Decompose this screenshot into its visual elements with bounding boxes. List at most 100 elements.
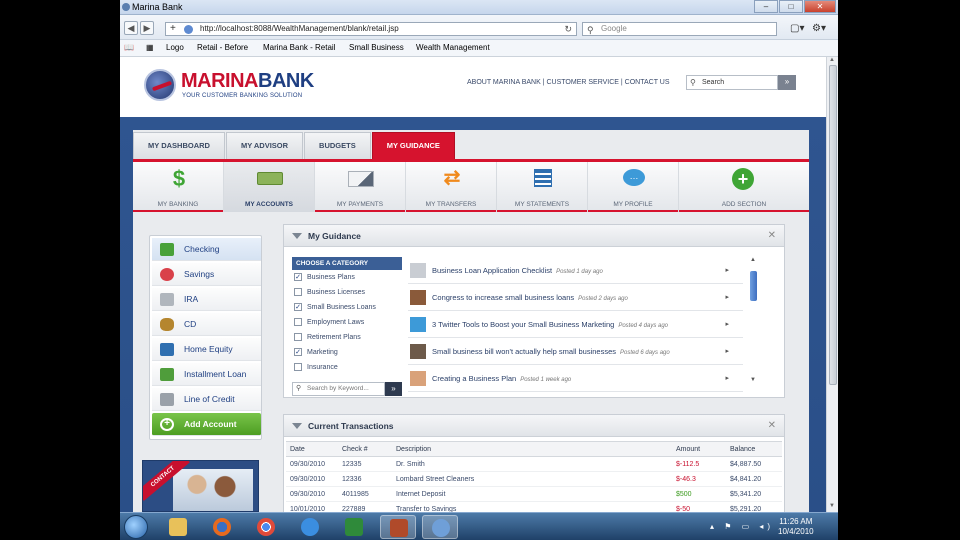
book-icon[interactable]: 📖 — [124, 43, 134, 52]
bookmark-retail-before[interactable]: Retail - Before — [197, 43, 248, 52]
sidebar-item-home-equity[interactable]: Home Equity — [152, 338, 261, 361]
checkbox[interactable] — [294, 288, 302, 296]
column-description[interactable]: Description — [392, 441, 672, 457]
article-item[interactable]: Small business bill won't actually help … — [408, 338, 743, 365]
category-business-licenses[interactable]: Business Licenses — [292, 285, 402, 300]
add-account-button[interactable]: + Add Account — [152, 413, 261, 436]
taskbar-excel[interactable] — [336, 515, 372, 539]
close-icon[interactable]: ✕ — [768, 225, 776, 247]
cell-amount: $-50 — [672, 501, 726, 512]
tab-my-guidance[interactable]: MY GUIDANCE — [371, 132, 455, 159]
category-marketing[interactable]: ✓ Marketing — [292, 345, 402, 360]
browser-search-input[interactable]: ⚲ Google — [582, 22, 777, 36]
article-item[interactable]: Business Loan Application Checklist Poste… — [408, 257, 743, 284]
collapse-icon[interactable] — [292, 233, 302, 239]
scroll-thumb[interactable] — [750, 271, 757, 301]
page-menu-icon[interactable]: ▢▾ — [790, 23, 804, 34]
table-row[interactable]: 09/30/2010 4011985 Internet Deposit $500… — [286, 486, 782, 502]
article-item[interactable]: 3 Twitter Tools to Boost your Small Busi… — [408, 311, 743, 338]
start-button[interactable] — [124, 515, 148, 539]
gear-icon[interactable]: ⚙▾ — [812, 23, 826, 34]
grid-icon[interactable]: ▦ — [146, 43, 154, 52]
category-employment-laws[interactable]: Employment Laws — [292, 315, 402, 330]
bookmark-marina-bank-retail[interactable]: Marina Bank - Retail — [263, 43, 335, 52]
checkbox[interactable] — [294, 363, 302, 371]
checkbox[interactable]: ✓ — [294, 273, 302, 281]
scroll-down-icon[interactable]: ▼ — [829, 503, 835, 509]
category-insurance[interactable]: Insurance — [292, 360, 402, 375]
collapse-icon[interactable] — [292, 423, 302, 429]
keyword-search-input[interactable]: ⚲ Search by Keyword... — [292, 382, 385, 396]
scroll-up-icon[interactable]: ▲ — [750, 257, 756, 263]
article-thumbnail-icon — [410, 263, 426, 278]
column-amount[interactable]: Amount — [672, 441, 726, 457]
sidebar-item-ira[interactable]: IRA — [152, 288, 261, 311]
column-check[interactable]: Check # — [338, 441, 392, 457]
column-balance[interactable]: Balance — [726, 441, 782, 457]
close-button[interactable]: ✕ — [804, 0, 836, 13]
sidebar-item-line-of-credit[interactable]: Line of Credit — [152, 388, 261, 411]
taskbar-chrome[interactable] — [248, 515, 284, 539]
close-icon[interactable]: ✕ — [768, 415, 776, 437]
page-scrollbar[interactable]: ▲ ▼ — [826, 57, 838, 512]
category-small-business-loans[interactable]: ✓ Small Business Loans — [292, 300, 402, 315]
tab-my-advisor[interactable]: MY ADVISOR — [225, 132, 304, 159]
reload-icon[interactable]: ↻ — [564, 23, 572, 35]
table-row[interactable]: 09/30/2010 12336 Lombard Street Cleaners… — [286, 471, 782, 487]
site-search-go-button[interactable]: » — [778, 75, 796, 90]
nav-my-profile[interactable]: … MY PROFILE — [588, 162, 679, 212]
checkbox[interactable] — [294, 333, 302, 341]
category-business-plans[interactable]: ✓ Business Plans — [292, 270, 402, 285]
system-tray[interactable]: ▴ ⚑ ▭ ◂) — [710, 522, 774, 531]
sidebar-item-installment-loan[interactable]: Installment Loan — [152, 363, 261, 386]
scroll-up-icon[interactable]: ▲ — [829, 57, 835, 63]
article-scrollbar[interactable]: ▲ ▼ — [750, 257, 758, 397]
brand-name[interactable]: MARINABANK — [181, 70, 314, 93]
bookmark-small-business[interactable]: Small Business — [349, 43, 404, 52]
marina-bank-logo-icon[interactable] — [144, 69, 176, 101]
scroll-down-icon[interactable]: ▼ — [750, 377, 756, 383]
tab-my-dashboard[interactable]: MY DASHBOARD — [133, 132, 225, 159]
address-bar[interactable]: + http://localhost:8088/WealthManagement… — [165, 22, 577, 36]
taskbar-browser[interactable] — [422, 515, 458, 539]
checkbox[interactable] — [294, 318, 302, 326]
contact-banner[interactable]: CONTACT — [142, 460, 259, 512]
nav-my-transfers[interactable]: ⇄ MY TRANSFERS — [406, 162, 497, 212]
nav-my-payments[interactable]: MY PAYMENTS — [315, 162, 406, 212]
column-date[interactable]: Date — [286, 441, 338, 457]
back-button[interactable]: ◀ — [124, 21, 138, 35]
checkbox[interactable]: ✓ — [294, 348, 302, 356]
table-row[interactable]: 09/30/2010 12335 Dr. Smith $-112.5 $4,88… — [286, 456, 782, 472]
maximize-button[interactable]: □ — [779, 0, 803, 13]
sidebar-item-checking[interactable]: Checking — [152, 238, 261, 261]
nav-my-statements[interactable]: MY STATEMENTS — [497, 162, 588, 212]
tab-budgets[interactable]: BUDGETS — [304, 132, 371, 159]
nav-add-section[interactable]: + ADD SECTION — [679, 162, 809, 212]
add-bookmark-icon[interactable]: + — [170, 23, 176, 35]
forward-button[interactable]: ▶ — [140, 21, 154, 35]
article-item[interactable]: Congress to increase small business loan… — [408, 284, 743, 311]
scroll-thumb[interactable] — [829, 65, 837, 385]
nav-my-banking[interactable]: $ MY BANKING — [133, 162, 224, 212]
sidebar-item-label: Add Account — [184, 419, 237, 429]
checkbox[interactable]: ✓ — [294, 303, 302, 311]
sidebar-item-cd[interactable]: CD — [152, 313, 261, 336]
keyword-search-go-button[interactable]: » — [385, 382, 402, 396]
sidebar-item-savings[interactable]: Savings — [152, 263, 261, 286]
sidebar-item-label: Savings — [184, 269, 215, 279]
article-item[interactable]: Creating a Business Plan Posted 1 week ag… — [408, 365, 743, 392]
table-row[interactable]: 10/01/2010 227889 Transfer to Savings $-… — [286, 501, 782, 512]
nav-my-accounts[interactable]: MY ACCOUNTS — [224, 162, 315, 212]
site-search-input[interactable]: ⚲ Search — [686, 75, 778, 90]
taskbar-explorer[interactable] — [160, 515, 196, 539]
clock[interactable]: 11:26 AM 10/4/2010 — [778, 517, 814, 537]
minimize-button[interactable]: – — [754, 0, 778, 13]
taskbar-internet-explorer[interactable] — [292, 515, 328, 539]
bookmark-wealth-management[interactable]: Wealth Management — [416, 43, 490, 52]
category-retirement-plans[interactable]: Retirement Plans — [292, 330, 402, 345]
web-page: MARINABANK YOUR CUSTOMER BANKING SOLUTIO… — [120, 57, 826, 512]
taskbar-app[interactable] — [380, 515, 416, 539]
taskbar-firefox[interactable] — [204, 515, 240, 539]
top-links[interactable]: ABOUT MARINA BANK | CUSTOMER SERVICE | C… — [467, 79, 670, 86]
bookmark-logo[interactable]: Logo — [166, 43, 184, 52]
